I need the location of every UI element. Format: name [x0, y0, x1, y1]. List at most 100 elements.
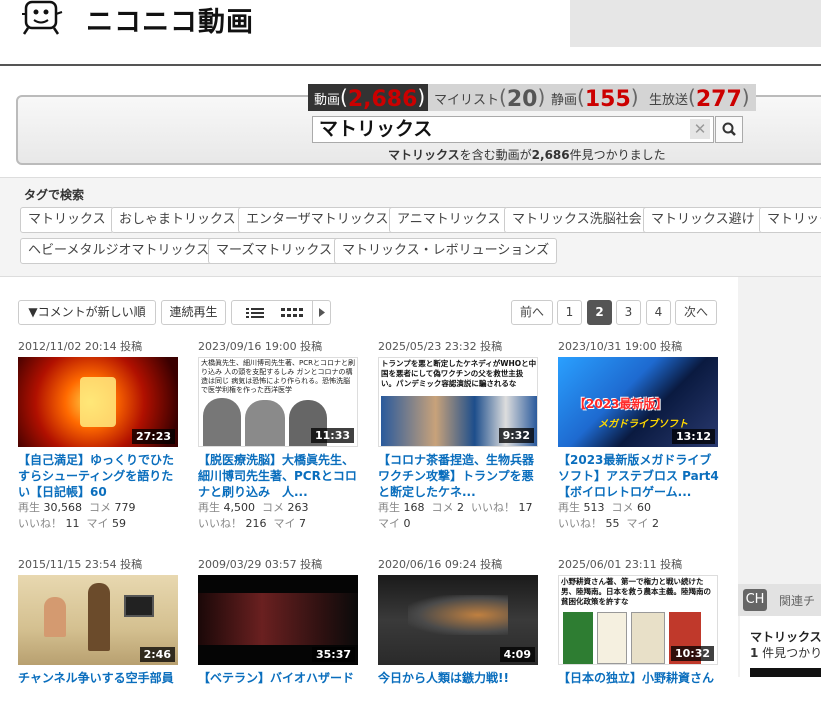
tab-live[interactable]: 生放送(277) [643, 84, 756, 112]
clear-search-button[interactable]: ✕ [690, 119, 710, 139]
video-card[interactable]: 2023/10/31 19:00 投稿 【2023最新版】 メガドライブソフト … [558, 338, 723, 532]
video-thumbnail[interactable]: 【2023最新版】 メガドライブソフト 13:12 [558, 357, 718, 447]
video-card[interactable]: 2025/06/01 23:11 投稿 小野耕資さん著、第一で権力と戦い続けた男… [558, 556, 723, 718]
tab-video[interactable]: 動画(2,686) [308, 84, 432, 112]
site-header: ニコニコ動画 [0, 0, 821, 66]
view-mode-switcher [231, 300, 331, 325]
thumbnail-book [563, 612, 593, 664]
thumbnail-caption: メガドライブソフト [598, 419, 688, 430]
video-thumbnail[interactable]: 小野耕資さん著、第一で権力と戦い続けた男、陸羯南。日本を救う農本主義。陸羯南の貧… [558, 575, 718, 665]
tab-count: 155 [584, 87, 631, 112]
video-duration: 2:46 [139, 647, 175, 662]
video-title[interactable]: 【脱医療洗脳】大橋眞先生、細川博司先生著、PCRとコロナと刷り込み 人... [198, 452, 363, 500]
thumbnail-scene [198, 593, 358, 645]
thumbnail-person [245, 400, 285, 446]
video-thumbnail[interactable]: 2:46 [18, 575, 178, 665]
thumbnail-book [597, 612, 627, 664]
video-title[interactable]: 【自己満足】ゆっくりでひたすらシューティングを語りたい【日記帳】60 [18, 452, 183, 500]
page-button-4[interactable]: 4 [646, 300, 671, 325]
page-button-2-current[interactable]: 2 [587, 300, 612, 325]
video-card[interactable]: 2009/03/29 03:57 投稿 35:37 【ベテラン】バイオハザード [198, 556, 363, 718]
video-post-date: 2025/06/01 23:11 投稿 [558, 558, 683, 571]
video-card[interactable]: 2015/11/15 23:54 投稿 2:46 チャンネル争いする空手部員 [18, 556, 183, 718]
video-duration: 27:23 [131, 429, 175, 444]
tab-label: 動画 [314, 93, 341, 108]
continuous-play-button[interactable]: 連続再生 [161, 300, 226, 325]
result-count: 2,686 [531, 148, 570, 162]
tag-item[interactable]: マトリックス・レボリューションズ [334, 238, 558, 264]
header-banner [570, 0, 821, 47]
tag-item[interactable]: ヘビーメタルジオマトリックス [20, 238, 218, 264]
site-logo[interactable]: ニコニコ動画 [86, 0, 254, 39]
thumbnail-caption: 大橋眞先生、細川博司先生著、PCRとコロナと刷り込み 人の頭を支配するしみ ガン… [201, 359, 355, 394]
thumbnail-art [80, 377, 116, 427]
video-duration: 4:09 [499, 647, 535, 662]
search-icon [722, 122, 736, 136]
grid-view-icon[interactable] [278, 301, 304, 324]
video-card[interactable]: 2025/05/23 23:32 投稿 トランプを悪と断定したケネディがWHOと… [378, 338, 543, 532]
search-input[interactable]: マトリックス [312, 116, 714, 143]
video-thumbnail[interactable]: 4:09 [378, 575, 538, 665]
tab-label: 生放送 [649, 93, 689, 108]
video-stats: 再生 30,568 コメ 779 いいね！ 11 マイ 59 [18, 501, 136, 530]
video-post-date: 2023/10/31 19:00 投稿 [558, 340, 683, 353]
tag-item[interactable]: マトリックス [20, 207, 114, 233]
video-card[interactable]: 2023/09/16 19:00 投稿 大橋眞先生、細川博司先生著、PCRとコロ… [198, 338, 363, 532]
video-post-date: 2023/09/16 19:00 投稿 [198, 340, 323, 353]
channel-icon: CH [743, 589, 767, 611]
sort-dropdown[interactable]: ▼コメントが新しい順 [18, 300, 156, 325]
video-title[interactable]: チャンネル争いする空手部員 [18, 670, 183, 718]
video-stats: 再生 513 コメ 60 いいね！ 55 マイ 2 [558, 501, 659, 530]
tag-item[interactable]: マトリック [759, 207, 821, 233]
tag-item[interactable]: アニマトリックス [389, 207, 509, 233]
tab-count: 20 [506, 87, 538, 112]
next-page-button[interactable]: 次へ [675, 300, 717, 325]
page-button-1[interactable]: 1 [557, 300, 582, 325]
video-stats: 再生 4,500 コメ 263 いいね！ 216 マイ 7 [198, 501, 309, 530]
thumbnail-person [44, 597, 66, 637]
prev-page-button[interactable]: 前へ [511, 300, 553, 325]
video-post-date: 2020/06/16 09:24 投稿 [378, 558, 503, 571]
result-middle: を含む動画が [459, 148, 532, 162]
video-title[interactable]: 【日本の独立】小野耕資さん [558, 670, 723, 718]
page-button-3[interactable]: 3 [616, 300, 641, 325]
related-channel-label: 関連チ [779, 594, 816, 608]
tab-label: 静画 [551, 93, 578, 108]
video-thumbnail[interactable]: 27:23 [18, 357, 178, 447]
tag-item[interactable]: エンターザマトリックス [238, 207, 397, 233]
video-stats: 再生 168 コメ 2 いいね！ 17 マイ 0 [378, 501, 533, 530]
search-button[interactable] [715, 116, 743, 143]
video-duration: 11:33 [310, 428, 354, 443]
related-channel-thumbnail[interactable] [750, 668, 821, 677]
video-duration: 9:32 [498, 428, 534, 443]
tag-item[interactable]: マトリックス避け [643, 207, 763, 233]
video-thumbnail[interactable]: 大橋眞先生、細川博司先生著、PCRとコロナと刷り込み 人の頭を支配するしみ ガン… [198, 357, 358, 447]
tab-mylist[interactable]: マイリスト(20) [428, 84, 552, 112]
thumbnail-scene [408, 595, 508, 635]
tag-item[interactable]: マトリックス洗脳社会 [504, 207, 650, 233]
thumbnail-caption: 【2023最新版】 [574, 397, 668, 411]
tab-seiga[interactable]: 静画(155) [545, 84, 645, 112]
video-card[interactable]: 2020/06/16 09:24 投稿 4:09 今日から人類は鏃力戦!! [378, 556, 543, 718]
video-card[interactable]: 2012/11/02 20:14 投稿 27:23 【自己満足】ゆっくりでひたす… [18, 338, 183, 532]
tag-item[interactable]: マーズマトリックス [208, 238, 340, 264]
tag-item[interactable]: おしゃまトリックス [111, 207, 244, 233]
video-duration: 13:12 [671, 429, 715, 444]
niconico-mascot-icon[interactable] [18, 0, 66, 36]
video-title[interactable]: 【2023最新版メガドライブソフト】アステブロス Part4【ボイロレトロゲーム… [558, 452, 723, 500]
tag-search-heading: タグで検索 [24, 188, 85, 202]
thumbnail-caption: 小野耕資さん著、第一で権力と戦い続けた男、陸羯南。日本を救う農本主義。陸羯南の貧… [561, 577, 711, 606]
tab-count: 2,686 [347, 87, 418, 112]
video-duration: 10:32 [670, 646, 714, 661]
play-triangle-icon[interactable] [313, 301, 331, 324]
video-thumbnail[interactable]: 35:37 [198, 575, 358, 665]
related-query: マトリックス [750, 630, 821, 644]
thumbnail-person [203, 398, 241, 446]
video-title[interactable]: 【ベテラン】バイオハザード [198, 670, 363, 718]
video-thumbnail[interactable]: トランプを悪と断定したケネディがWHOと中国を悪者にして偽ワクチンの父を救世主扱… [378, 357, 538, 447]
result-suffix: 件見つかりました [569, 148, 666, 162]
video-title[interactable]: 【コロナ茶番捏造、生物兵器ワクチン攻撃】トランプを悪と断定したケネ... [378, 452, 543, 500]
list-view-icon[interactable] [242, 301, 268, 324]
thumbnail-person [88, 583, 110, 651]
video-title[interactable]: 今日から人類は鏃力戦!! [378, 670, 543, 718]
